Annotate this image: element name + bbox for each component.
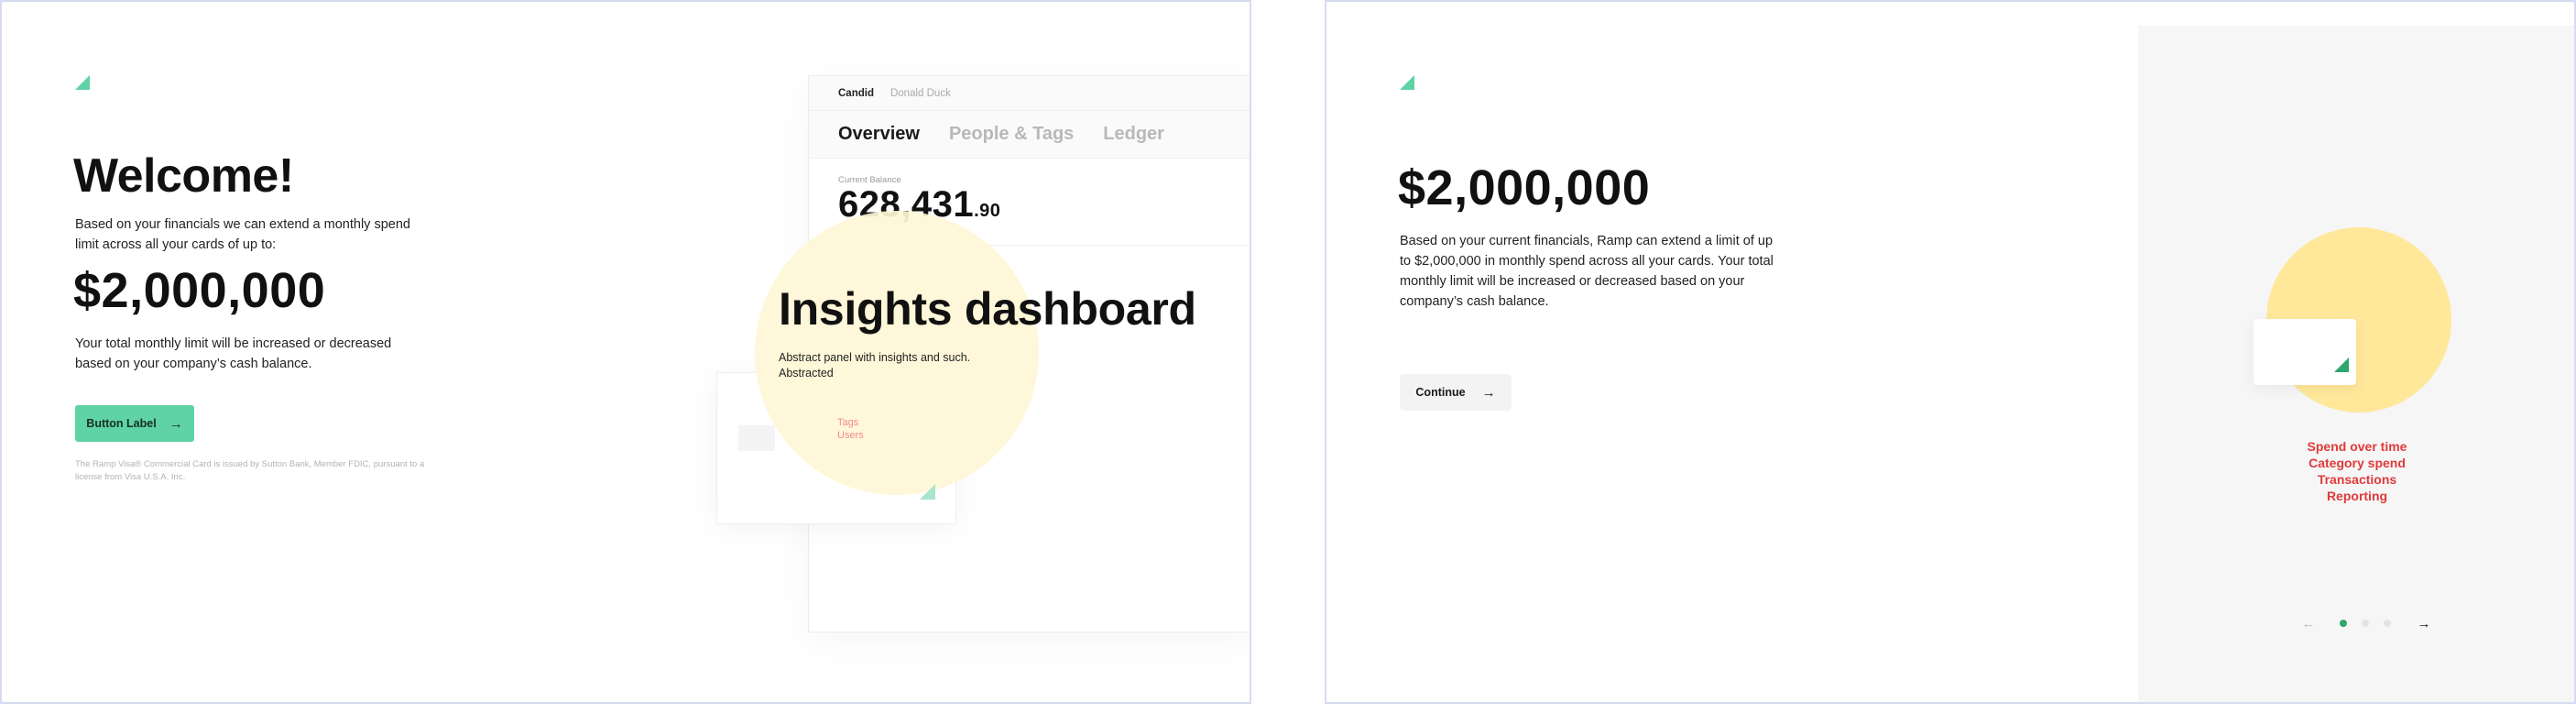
spend-limit-amount: $2,000,000 <box>1398 160 1651 215</box>
pager-dot-3[interactable] <box>2384 620 2391 627</box>
welcome-title: Welcome! <box>73 149 294 203</box>
link-tags[interactable]: Tags <box>837 416 864 429</box>
onboarding-frame-welcome: Welcome! Based on your financials we can… <box>0 0 1251 704</box>
continue-button[interactable]: Continue → <box>1400 374 1512 411</box>
dashboard-account-bar: Candid Donald Duck <box>809 76 1250 111</box>
primary-button[interactable]: Button Label → <box>75 405 194 442</box>
feature-item: Transactions <box>2317 472 2397 487</box>
ramp-logo-icon <box>75 75 90 90</box>
ramp-logo-icon <box>1400 75 1414 90</box>
insights-subtitle-line: Abstracted <box>779 367 834 380</box>
continue-button-label: Continue <box>1415 386 1466 399</box>
onboarding-frame-limit: $2,000,000 Based on your current financi… <box>1325 0 2576 704</box>
ghost-tile <box>738 425 775 451</box>
card-illustration <box>2254 319 2356 385</box>
tab-people-tags[interactable]: People & Tags <box>949 124 1074 145</box>
ghost-links: Tags Users <box>837 416 864 442</box>
tab-overview[interactable]: Overview <box>838 124 920 145</box>
insights-subtitle-line: Abstract panel with insights and such. <box>779 351 971 364</box>
pager-dot-1[interactable] <box>2340 620 2347 627</box>
ramp-logo-icon <box>920 484 935 500</box>
insights-dashboard-title: Insights dashboard <box>779 283 1196 335</box>
dashboard-org-name: Candid <box>838 87 874 99</box>
tab-ledger[interactable]: Ledger <box>1103 124 1164 145</box>
welcome-intro-text: Based on your financials we can extend a… <box>75 217 410 252</box>
card-disclaimer: The Ramp Visa® Commercial Card is issued… <box>75 459 425 482</box>
feature-item: Reporting <box>2326 489 2388 503</box>
spend-limit-amount: $2,000,000 <box>73 263 326 318</box>
arrow-right-icon: → <box>1481 384 1496 401</box>
feature-item: Category spend <box>2309 456 2406 470</box>
dashboard-user-name: Donald Duck <box>890 87 951 99</box>
spend-limit-note: Your total monthly limit will be increas… <box>75 336 392 371</box>
arrow-right-icon[interactable]: → <box>2413 612 2435 634</box>
dashboard-tabs: Overview People & Tags Ledger <box>809 111 1250 159</box>
insights-dashboard-subtitle: Abstract panel with insights and such. A… <box>779 350 1017 381</box>
spend-limit-description: Based on your current financials, Ramp c… <box>1400 234 1774 309</box>
arrow-right-icon: → <box>169 415 183 432</box>
feature-item: Spend over time <box>2307 439 2407 454</box>
carousel-pager: ← → <box>2298 612 2435 634</box>
link-users[interactable]: Users <box>837 429 864 442</box>
ramp-logo-icon <box>2334 358 2349 372</box>
feature-list: Spend over time Category spend Transacti… <box>2255 438 2459 504</box>
primary-button-label: Button Label <box>86 417 157 430</box>
arrow-left-icon[interactable]: ← <box>2298 612 2319 634</box>
balance-cents: .90 <box>974 201 1001 221</box>
pager-dot-2[interactable] <box>2362 620 2369 627</box>
